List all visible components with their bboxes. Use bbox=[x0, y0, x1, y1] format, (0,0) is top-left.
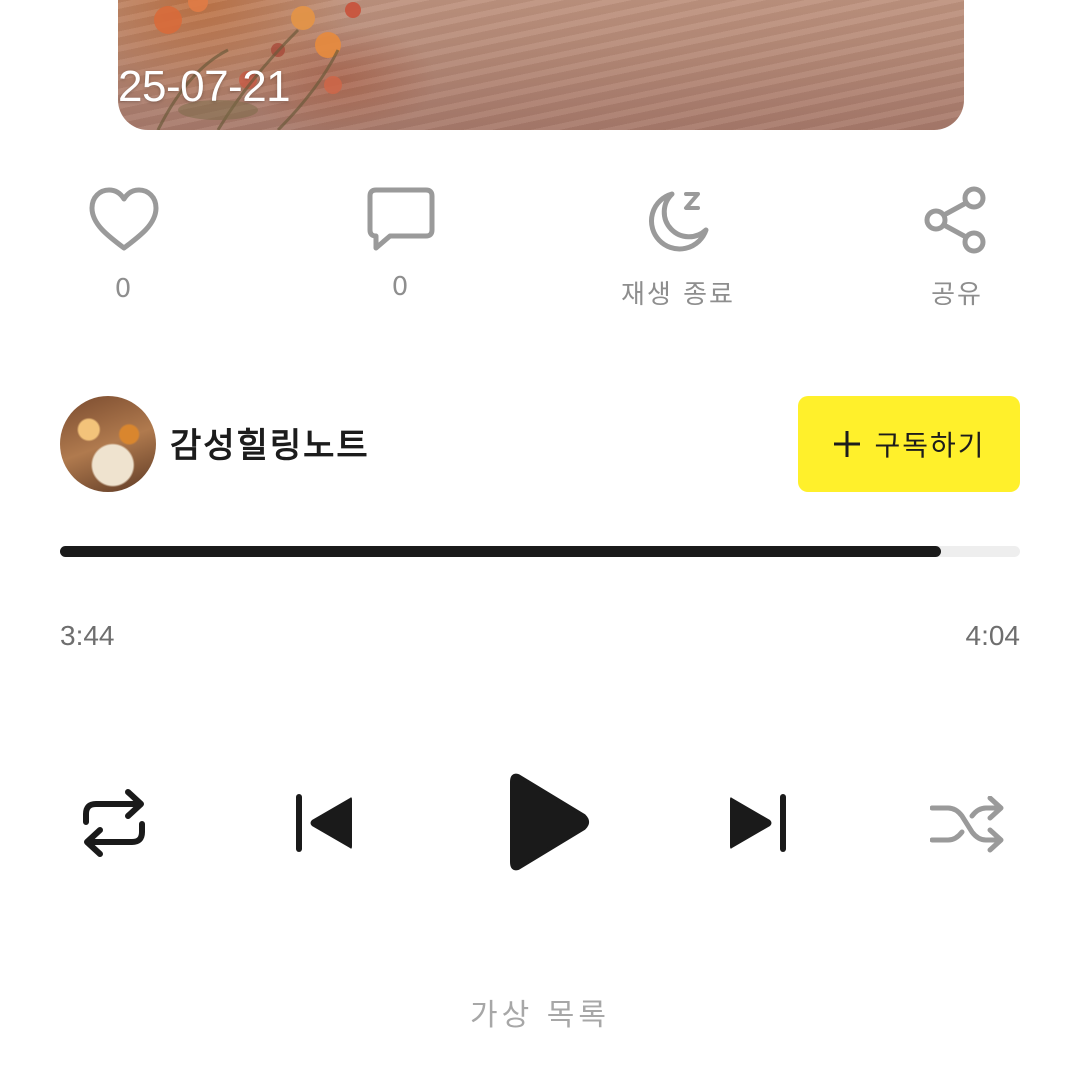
repeat-icon bbox=[83, 789, 145, 857]
shuffle-button[interactable] bbox=[929, 795, 1004, 857]
elapsed-time: 3:44 bbox=[60, 620, 115, 651]
share-action[interactable]: 공유 bbox=[887, 186, 1027, 311]
sleep-timer-action[interactable]: 재생 종료 bbox=[608, 186, 748, 311]
music-player-screen: 25-07-21 0 0 재생 종료 공유 감성힐링노트 구독하기 3:44 4… bbox=[0, 0, 1080, 1080]
sleep-timer-label: 재생 종료 bbox=[621, 280, 735, 310]
plus-icon bbox=[834, 431, 861, 457]
sleep-timer-icon bbox=[649, 191, 709, 252]
subscribe-label: 구독하기 bbox=[874, 429, 986, 462]
share-label: 공유 bbox=[931, 280, 983, 310]
play-icon bbox=[510, 773, 589, 871]
subscribe-button[interactable]: 구독하기 bbox=[798, 396, 1020, 492]
progress-fill bbox=[60, 546, 942, 557]
channel-name[interactable]: 감성힐링노트 bbox=[170, 418, 370, 467]
play-button[interactable] bbox=[508, 772, 590, 875]
skip-next-icon bbox=[730, 794, 786, 852]
comment-action[interactable]: 0 bbox=[331, 186, 471, 302]
like-count: 0 bbox=[114, 274, 134, 304]
channel-avatar[interactable] bbox=[60, 396, 156, 492]
total-duration: 4:04 bbox=[965, 620, 1021, 651]
comment-count: 0 bbox=[391, 272, 411, 302]
progress-bar[interactable] bbox=[60, 546, 1020, 557]
cover-date: 25-07-21 bbox=[118, 62, 291, 111]
heart-icon bbox=[89, 187, 159, 251]
skip-previous-icon bbox=[296, 794, 352, 852]
share-icon bbox=[924, 186, 986, 254]
next-button[interactable] bbox=[728, 792, 788, 857]
like-action[interactable]: 0 bbox=[54, 186, 194, 304]
playlist-footer[interactable]: 가상 목록 bbox=[0, 990, 1080, 1034]
comment-icon bbox=[367, 187, 435, 251]
previous-button[interactable] bbox=[294, 792, 354, 857]
shuffle-icon bbox=[929, 795, 1004, 853]
repeat-button[interactable] bbox=[80, 788, 148, 861]
